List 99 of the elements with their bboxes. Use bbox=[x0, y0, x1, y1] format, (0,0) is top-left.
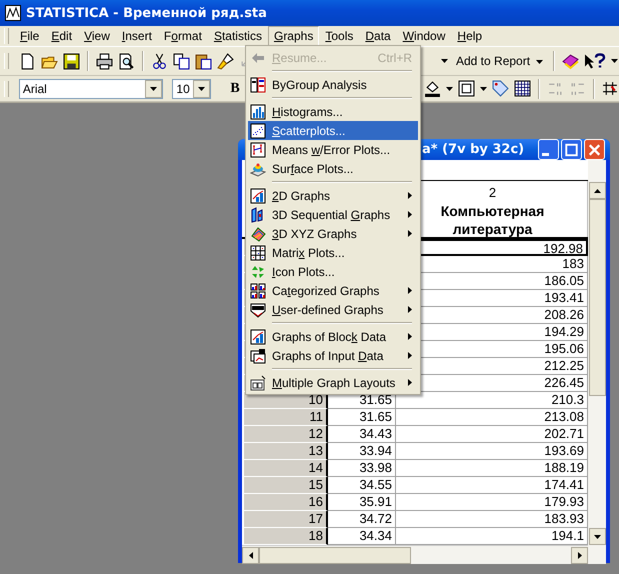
scroll-thumb[interactable] bbox=[588, 199, 606, 396]
menu-item[interactable]: Data bbox=[359, 26, 397, 46]
menu-item[interactable]: Format bbox=[158, 26, 208, 46]
font-dropdown[interactable]: Arial bbox=[18, 78, 164, 98]
menu-item[interactable]: Statistics bbox=[208, 26, 268, 46]
scroll-thumb[interactable] bbox=[259, 546, 411, 564]
row-header[interactable]: 14 bbox=[244, 460, 328, 477]
book-icon[interactable] bbox=[562, 52, 580, 70]
border-icon[interactable] bbox=[458, 80, 476, 97]
line-chart-icon bbox=[250, 188, 266, 204]
paste-icon[interactable] bbox=[195, 52, 212, 70]
cut-icon[interactable] bbox=[151, 52, 168, 70]
table-cell: 34.55 bbox=[328, 477, 396, 494]
row-header[interactable]: 16 bbox=[244, 494, 328, 511]
menu-item[interactable]: Histograms... bbox=[248, 102, 418, 121]
close-button[interactable] bbox=[584, 139, 605, 160]
table-cell: 34.72 bbox=[328, 511, 396, 528]
menu-item[interactable]: Insert bbox=[116, 26, 158, 46]
table-cell: 31.65 bbox=[328, 409, 396, 426]
table-cell: 33.94 bbox=[328, 443, 396, 460]
grouped-table-icon bbox=[250, 76, 266, 92]
stacked-windows-icon bbox=[250, 348, 266, 364]
copy-icon[interactable] bbox=[173, 52, 190, 70]
grid-icon[interactable] bbox=[514, 80, 532, 97]
menu-item[interactable]: Means w/Error Plots... bbox=[248, 140, 418, 159]
grouped-bars-icon bbox=[250, 282, 266, 298]
table-cell: 34.43 bbox=[328, 426, 396, 443]
window-title: a* (7v by 32c) bbox=[422, 142, 526, 157]
row-header[interactable]: 11 bbox=[244, 409, 328, 426]
table-cell[interactable]: 179.93 bbox=[396, 494, 588, 511]
row-header[interactable]: 18 bbox=[244, 528, 328, 545]
right-arrow-icon bbox=[578, 552, 582, 558]
left-arrow-icon bbox=[248, 552, 252, 558]
print-preview-icon[interactable] bbox=[118, 52, 135, 70]
surface-icon bbox=[250, 160, 266, 176]
help-pointer-icon[interactable] bbox=[584, 52, 606, 70]
table-cell[interactable]: 193.69 bbox=[396, 443, 588, 460]
menu-item[interactable]: Scatterplots... bbox=[248, 121, 418, 140]
line-chart-icon bbox=[250, 328, 266, 344]
caret-icon[interactable] bbox=[446, 86, 454, 90]
table-cell: 33.98 bbox=[328, 460, 396, 477]
caret-icon[interactable] bbox=[441, 59, 448, 63]
horizontal-scrollbar[interactable] bbox=[242, 545, 588, 564]
scroll-up-button[interactable] bbox=[588, 182, 606, 199]
matrix-grid-icon bbox=[250, 244, 266, 260]
scroll-left-button[interactable] bbox=[242, 546, 259, 564]
table-cell[interactable]: 202.71 bbox=[396, 426, 588, 443]
caret-icon bbox=[150, 86, 158, 90]
caret-icon[interactable] bbox=[611, 59, 618, 63]
window-title: STATISTICA - Временной ряд.sta bbox=[26, 6, 267, 20]
caret-icon bbox=[536, 60, 544, 64]
table-cell: 35.91 bbox=[328, 494, 396, 511]
row-header[interactable]: 13 bbox=[244, 443, 328, 460]
table-cell[interactable]: 213.08 bbox=[396, 409, 588, 426]
menu-item[interactable]: Help bbox=[451, 26, 488, 46]
menu-item[interactable]: Window bbox=[396, 26, 452, 46]
column-name: Компьютерная литература bbox=[440, 202, 546, 238]
table-cell[interactable]: 183.93 bbox=[396, 511, 588, 528]
caret-icon bbox=[198, 86, 206, 90]
column-number: 2 bbox=[488, 184, 496, 202]
row-header[interactable]: 17 bbox=[244, 511, 328, 528]
table-cell[interactable]: 174.41 bbox=[396, 477, 588, 494]
menu-item[interactable]: Edit bbox=[45, 26, 78, 46]
arrows-icon bbox=[250, 264, 266, 280]
menu-item[interactable]: ByGroup Analysis bbox=[248, 75, 418, 94]
maximize-button[interactable] bbox=[561, 139, 582, 160]
row-header[interactable]: 12 bbox=[244, 426, 328, 443]
shortcut-label: Ctrl+R bbox=[378, 50, 412, 64]
3d-xyz-icon bbox=[250, 226, 266, 242]
vertical-scrollbar[interactable] bbox=[588, 160, 606, 564]
caret-icon[interactable] bbox=[480, 86, 488, 90]
tag-icon[interactable] bbox=[492, 80, 510, 97]
minimize-button[interactable] bbox=[538, 139, 559, 160]
error-bars-icon bbox=[250, 142, 266, 158]
scatter-plot-icon bbox=[250, 122, 266, 138]
bold-button[interactable]: B bbox=[226, 80, 244, 96]
shield-icon bbox=[250, 302, 266, 318]
add-to-report-button[interactable]: Add to Report bbox=[453, 52, 546, 70]
down-arrow-icon bbox=[594, 534, 600, 538]
up-arrow-icon bbox=[594, 188, 600, 192]
hash-icon[interactable] bbox=[602, 80, 619, 97]
minimize-icon bbox=[542, 152, 549, 156]
menu-item[interactable]: Surface Plots... bbox=[248, 159, 418, 178]
menu-item[interactable]: File bbox=[14, 26, 46, 46]
table-cell[interactable]: 188.19 bbox=[396, 460, 588, 477]
chart-icon bbox=[5, 5, 21, 21]
scroll-down-button[interactable] bbox=[588, 528, 606, 545]
brush-icon[interactable] bbox=[217, 52, 234, 70]
bar-chart-icon bbox=[250, 104, 266, 120]
print-icon[interactable] bbox=[96, 52, 113, 70]
new-file-icon[interactable] bbox=[19, 52, 36, 70]
row-header[interactable]: 15 bbox=[244, 477, 328, 494]
scroll-right-button[interactable] bbox=[571, 546, 588, 564]
menu-item[interactable]: Tools bbox=[319, 26, 360, 46]
save-icon[interactable] bbox=[63, 52, 80, 70]
font-size-dropdown[interactable]: 10 bbox=[172, 78, 212, 98]
menu-item[interactable]: View bbox=[78, 26, 116, 46]
layout-icon bbox=[250, 374, 266, 390]
fill-color-icon[interactable] bbox=[424, 80, 442, 97]
